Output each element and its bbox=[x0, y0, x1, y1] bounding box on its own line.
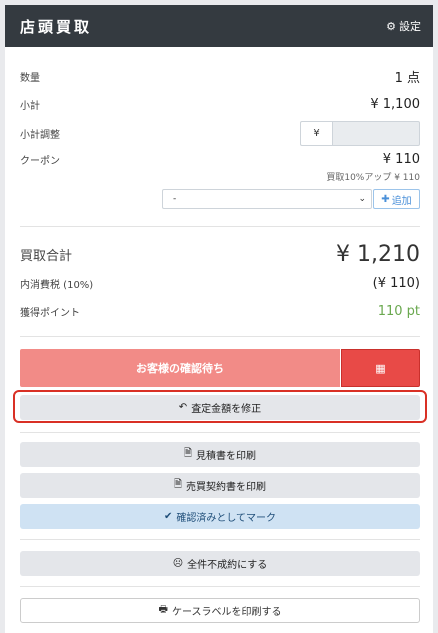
tax-label: 内消費税 (10%) bbox=[20, 280, 94, 291]
coupon-note: 買取10%アップ ¥ 110 bbox=[326, 173, 420, 183]
revise-amount-label: 査定金額を修正 bbox=[191, 404, 262, 415]
frown-icon: ☹ bbox=[172, 558, 184, 569]
total-label: 買取合計 bbox=[20, 249, 73, 264]
print-contract-button[interactable]: 🗎 売買契約書を印刷 bbox=[20, 473, 420, 498]
divider bbox=[20, 539, 420, 540]
total-row: 買取合計 ¥ 1,210 bbox=[20, 242, 420, 267]
printer-icon: 🖶 bbox=[158, 604, 168, 615]
coupon-note-row: 買取10%アップ ¥ 110 bbox=[20, 170, 420, 183]
coupon-label: クーポン bbox=[20, 156, 60, 167]
settings-button[interactable]: ⚙ 設定 bbox=[386, 18, 421, 34]
coupon-select-value: - bbox=[173, 194, 177, 204]
print-contract-label: 売買契約書を印刷 bbox=[186, 482, 267, 493]
tax-row: 内消費税 (10%) (¥ 110) bbox=[20, 276, 420, 291]
plus-icon: ✚ bbox=[381, 193, 390, 205]
reject-all-label: 全件不成約にする bbox=[187, 560, 268, 571]
points-value: 110 pt bbox=[377, 304, 420, 319]
qr-code-button[interactable]: ▦ bbox=[341, 349, 420, 387]
adjust-label: 小計調整 bbox=[20, 130, 60, 141]
print-estimate-button[interactable]: 🗎 見積書を印刷 bbox=[20, 442, 420, 467]
total-value: ¥ 1,210 bbox=[336, 242, 420, 267]
coupon-row: クーポン ¥ 110 bbox=[20, 152, 420, 167]
panel-header: 店頭買取 ⚙ 設定 bbox=[5, 5, 433, 47]
divider bbox=[20, 336, 420, 337]
divider bbox=[20, 226, 420, 227]
undo-icon: ↶ bbox=[178, 402, 188, 413]
tax-value: (¥ 110) bbox=[372, 276, 420, 291]
gear-icon: ⚙ bbox=[386, 19, 396, 33]
mark-confirmed-button[interactable]: ✔ 確認済みとしてマーク bbox=[20, 504, 420, 529]
pdf-icon: 🗎 bbox=[183, 448, 193, 459]
subtotal-label: 小計 bbox=[20, 101, 40, 112]
qr-code-icon: ▦ bbox=[375, 361, 386, 375]
quantity-value: 1 点 bbox=[394, 71, 420, 86]
mark-confirmed-label: 確認済みとしてマーク bbox=[176, 513, 277, 524]
pdf-icon: 🗎 bbox=[173, 479, 183, 490]
awaiting-customer-button[interactable]: お客様の確認待ち bbox=[20, 349, 340, 387]
add-coupon-button[interactable]: ✚ 追加 bbox=[373, 189, 420, 209]
coupon-value: ¥ 110 bbox=[382, 152, 420, 167]
add-coupon-label: 追加 bbox=[391, 195, 412, 207]
print-case-label-text: ケースラベルを印刷する bbox=[171, 607, 282, 618]
coupon-select[interactable]: - ⌄ bbox=[162, 189, 372, 209]
settings-label: 設定 bbox=[399, 20, 421, 33]
reject-all-button[interactable]: ☹ 全件不成約にする bbox=[20, 551, 420, 576]
print-estimate-label: 見積書を印刷 bbox=[196, 451, 257, 462]
divider bbox=[20, 586, 420, 587]
subtotal-row: 小計 ¥ 1,100 bbox=[20, 97, 420, 112]
check-icon: ✔ bbox=[163, 511, 173, 522]
quantity-row: 数量 1 点 bbox=[20, 67, 420, 86]
print-case-label-button[interactable]: 🖶 ケースラベルを印刷する bbox=[20, 598, 420, 623]
quantity-label: 数量 bbox=[20, 73, 40, 84]
points-label: 獲得ポイント bbox=[20, 308, 80, 319]
adjust-amount-field[interactable] bbox=[332, 121, 420, 146]
yen-prefix: ¥ bbox=[300, 121, 332, 146]
subtotal-value: ¥ 1,100 bbox=[370, 97, 420, 112]
subtotal-adjust-input: ¥ bbox=[300, 121, 420, 146]
chevron-down-icon: ⌄ bbox=[358, 194, 366, 204]
page-title: 店頭買取 bbox=[20, 17, 93, 36]
divider bbox=[20, 432, 420, 433]
revise-amount-button[interactable]: ↶ 査定金額を修正 bbox=[20, 395, 420, 420]
points-row: 獲得ポイント 110 pt bbox=[20, 304, 420, 319]
